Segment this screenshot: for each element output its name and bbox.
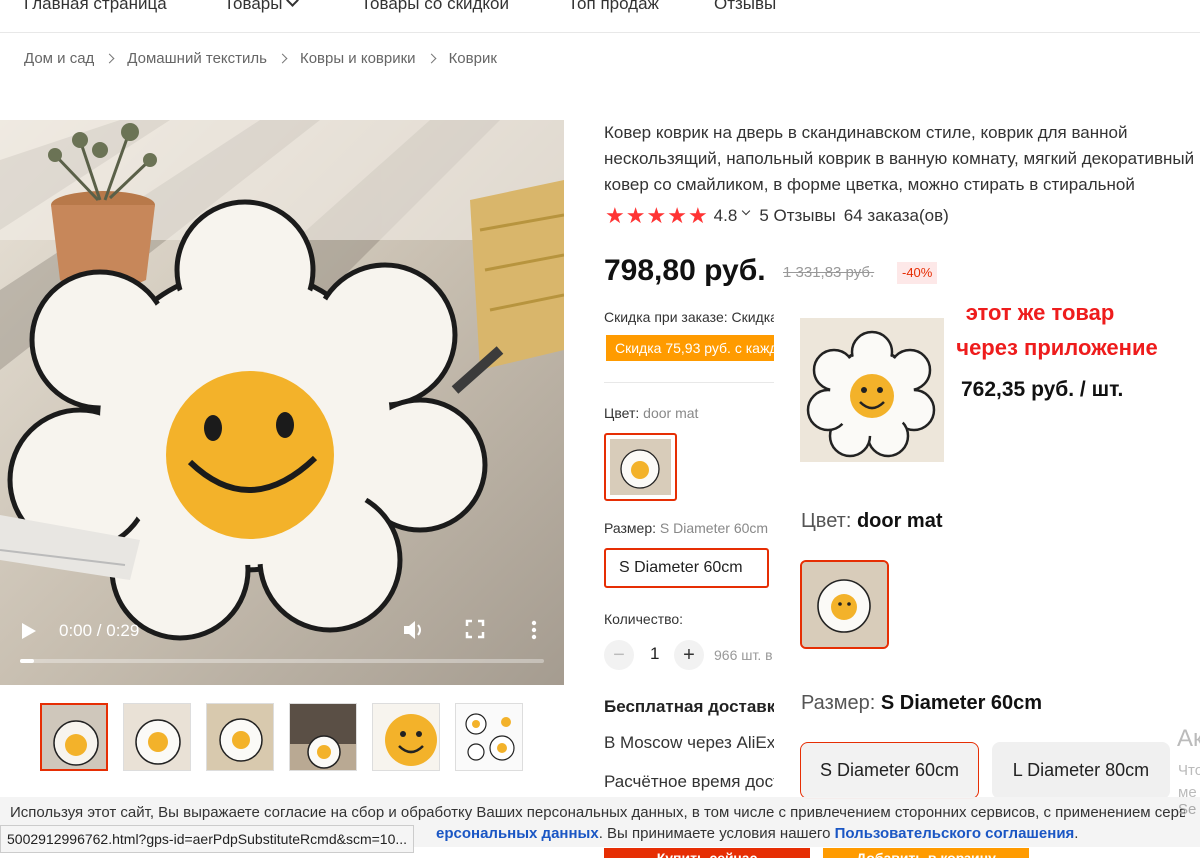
play-icon[interactable] xyxy=(22,623,36,639)
edge-fragment-cookie: Se xyxy=(1178,801,1197,818)
discount-badge: -40% xyxy=(897,262,938,284)
personal-data-link[interactable]: ерсональных данных xyxy=(436,825,599,842)
star-icon: ★ xyxy=(667,203,687,228)
app-size-option-l[interactable]: L Diameter 80cm xyxy=(992,742,1170,799)
app-comparison-overlay: этот же товар через приложение 762,35 ру… xyxy=(774,297,1200,805)
star-icon: ★ xyxy=(605,203,625,228)
breadcrumb-home-garden[interactable]: Дом и сад xyxy=(24,50,94,67)
thumbnail-1[interactable] xyxy=(40,703,108,771)
nav-reviews[interactable]: Отзывы xyxy=(714,0,776,14)
app-color-value: door mat xyxy=(856,510,943,532)
breadcrumb-mat[interactable]: Коврик xyxy=(449,50,497,67)
app-size-label-text: Размер: xyxy=(801,692,876,714)
volume-icon[interactable] xyxy=(402,619,426,641)
app-size-label: Размер: S Diameter 60cm xyxy=(801,692,1042,715)
app-size-value: S Diameter 60cm xyxy=(880,692,1043,714)
edge-fragment: Ак xyxy=(1177,725,1200,752)
fullscreen-icon[interactable] xyxy=(465,619,485,639)
chevron-down-icon[interactable] xyxy=(742,206,751,216)
cookie-text: Используя этот сайт, Вы выражаете соглас… xyxy=(10,804,1185,821)
order-discount-text: Скидка при заказе: Скидка xyxy=(604,309,774,325)
nav-divider xyxy=(0,32,1200,33)
thumbnail-4[interactable] xyxy=(289,703,357,771)
app-product-image xyxy=(800,318,944,462)
nav-discounts[interactable]: Товары со скидкой xyxy=(361,0,509,14)
video-controls: 0:00 / 0:29 xyxy=(0,605,564,685)
chevron-right-icon xyxy=(426,53,437,64)
edge-line-1: Что xyxy=(1178,762,1200,779)
size-label-text: Размер: xyxy=(604,520,657,536)
rating-stars: ★★★★★ xyxy=(605,204,709,228)
product-video[interactable]: 0:00 / 0:29 xyxy=(0,120,564,685)
buy-now-button[interactable]: Купить сейчас xyxy=(604,848,810,858)
quantity-increase-button[interactable]: + xyxy=(674,640,704,670)
size-option-s[interactable]: S Diameter 60cm xyxy=(604,548,769,588)
breadcrumb-textile[interactable]: Домашний текстиль xyxy=(127,50,267,67)
quantity-label: Количество: xyxy=(604,611,684,627)
thumbnail-5[interactable] xyxy=(372,703,440,771)
top-nav: Главная страница Товары Товары со скидко… xyxy=(0,0,1200,18)
star-icon: ★ xyxy=(646,203,667,228)
app-color-label-text: Цвет: xyxy=(801,510,852,532)
nav-top-sales[interactable]: Топ продаж xyxy=(568,0,659,14)
status-bar-url: 5002912996762.html?gps-id=aerPdpSubstitu… xyxy=(0,825,415,853)
breadcrumb-rugs[interactable]: Ковры и коврики xyxy=(300,50,416,67)
size-label: Размер: S Diameter 60cm xyxy=(604,520,774,536)
user-agreement-link[interactable]: Пользовательского соглашения xyxy=(835,825,1075,842)
current-price: 798,80 руб. xyxy=(604,254,766,287)
stock-count: 966 шт. в наличии xyxy=(714,647,774,663)
cookie-text-end: . xyxy=(1074,825,1079,842)
color-swatch-image xyxy=(610,439,671,495)
video-progress-fill xyxy=(20,659,34,663)
annotation-line-2: через приложение xyxy=(956,335,1158,360)
delivery-title: Бесплатная доставка xyxy=(604,697,774,716)
nav-products-label: Товары xyxy=(224,0,283,13)
reviews-link[interactable]: 5 Отзывы xyxy=(759,204,835,228)
chevron-right-icon xyxy=(104,53,115,64)
rating-value[interactable]: 4.8 xyxy=(714,204,738,228)
orders-count: 64 заказа(ов) xyxy=(843,206,949,225)
app-color-label: Цвет: door mat xyxy=(801,510,943,533)
coupon-badge[interactable]: Скидка 75,93 руб. с каждых xyxy=(606,335,774,361)
breadcrumb: Дом и сад Домашний текстиль Ковры и коврик… xyxy=(24,50,497,67)
quantity-decrease-button[interactable]: − xyxy=(604,640,634,670)
cookie-text-middle: . Вы принимаете условия нашего xyxy=(598,825,835,842)
old-price: 1 331,83 руб. xyxy=(783,264,875,281)
video-time: 0:00 / 0:29 xyxy=(59,621,140,640)
color-value: door mat xyxy=(643,405,699,421)
annotation-line-1: этот же товар xyxy=(965,300,1115,325)
star-icon: ★ xyxy=(625,203,646,228)
add-to-cart-button[interactable]: Добавить в корзину xyxy=(823,848,1029,858)
app-price: 762,35 руб. / шт. xyxy=(961,378,1124,401)
section-divider xyxy=(604,382,774,383)
color-label: Цвет: door mat xyxy=(604,405,698,421)
delivery-route[interactable]: В Moscow через AliExpress xyxy=(604,733,774,753)
nav-products[interactable]: Товары xyxy=(224,0,300,14)
cookie-text-2: ерсональных данных. Вы принимаете услови… xyxy=(436,825,1078,842)
product-title: Ковер коврик на дверь в скандинавском ст… xyxy=(604,123,1195,194)
thumbnail-6[interactable] xyxy=(455,703,523,771)
color-option-door-mat[interactable] xyxy=(604,433,677,501)
color-label-text: Цвет: xyxy=(604,405,640,421)
more-vertical-icon[interactable] xyxy=(524,619,544,641)
thumbnail-3[interactable] xyxy=(206,703,274,771)
rating-row: ★★★★★ 4.8 5 Отзывы 64 заказа(ов) xyxy=(605,204,949,228)
nav-home[interactable]: Главная страница xyxy=(24,0,167,14)
delivery-time: Расчётное время доставки xyxy=(604,772,774,791)
app-color-option[interactable] xyxy=(800,560,889,649)
chevron-down-icon xyxy=(286,0,300,7)
video-progress[interactable] xyxy=(20,659,544,663)
thumbnail-2[interactable] xyxy=(123,703,191,771)
star-icon: ★ xyxy=(687,203,708,228)
product-image xyxy=(0,120,564,685)
size-value: S Diameter 60cm xyxy=(659,520,769,536)
chevron-right-icon xyxy=(277,53,288,64)
quantity-value[interactable]: 1 xyxy=(650,644,659,664)
app-size-option-s[interactable]: S Diameter 60cm xyxy=(800,742,979,799)
